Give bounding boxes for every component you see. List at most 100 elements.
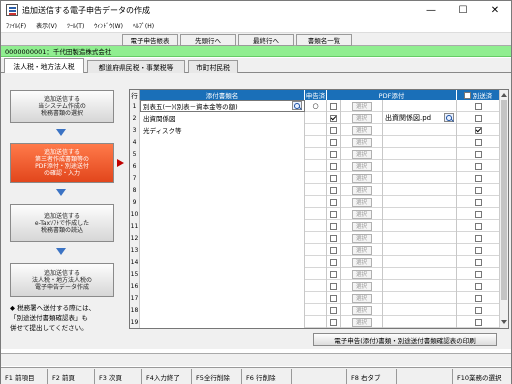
pdf-attach-checkbox[interactable] — [330, 138, 337, 146]
pdf-checkbox-cell[interactable] — [327, 196, 341, 208]
separate-sent-checkbox[interactable] — [474, 186, 482, 194]
f8-right-tab-button[interactable]: F8 右タブ — [347, 369, 397, 384]
attachment-name-cell[interactable]: 出資関係図 — [140, 112, 305, 124]
separate-sent-cell[interactable] — [457, 148, 500, 160]
separate-sent-checkbox[interactable] — [474, 282, 482, 290]
pdf-attach-checkbox[interactable] — [330, 246, 337, 254]
pdf-select-button[interactable]: 選択 — [351, 149, 372, 159]
pdf-select-cell[interactable]: 選択 — [341, 292, 383, 304]
pdf-select-cell[interactable]: 選択 — [341, 184, 383, 196]
step-create-data[interactable]: 追加送信する 法人税・地方法人税の 電子申告データ作成 — [10, 263, 114, 297]
attachment-name-cell[interactable] — [140, 232, 305, 244]
separate-sent-checkbox[interactable] — [474, 222, 482, 230]
pdf-attach-checkbox[interactable] — [330, 306, 337, 314]
pdf-checkbox-cell[interactable] — [327, 304, 341, 316]
pdf-file-cell[interactable] — [383, 172, 457, 184]
table-row[interactable]: 4 選択 — [130, 136, 500, 148]
attachment-name-cell[interactable]: 光ディスク等 — [140, 124, 305, 136]
table-row[interactable]: 13 選択 — [130, 244, 500, 256]
tab-corporate-tax[interactable]: 法人税・地方法人税 — [4, 58, 84, 73]
pdf-file-cell[interactable] — [383, 268, 457, 280]
pdf-checkbox-cell[interactable] — [327, 220, 341, 232]
pdf-select-cell[interactable]: 選択 — [341, 268, 383, 280]
pdf-select-button[interactable]: 選択 — [351, 245, 372, 255]
pdf-file-cell[interactable] — [383, 208, 457, 220]
f1-prev-item-button[interactable]: F1 前項目 — [1, 369, 48, 384]
separate-sent-cell[interactable] — [457, 280, 500, 292]
pdf-select-cell[interactable]: 選択 — [341, 304, 383, 316]
table-row[interactable]: 11 選択 — [130, 220, 500, 232]
pdf-attach-checkbox[interactable] — [330, 150, 337, 158]
pdf-select-cell[interactable]: 選択 — [341, 196, 383, 208]
f4-finish-input-button[interactable]: F4入力終了 — [142, 369, 192, 384]
e-filing-forms-button[interactable]: 電子申告帳表 — [122, 34, 178, 46]
pdf-attach-checkbox[interactable] — [330, 234, 337, 242]
separate-sent-checkbox[interactable] — [474, 198, 482, 206]
scroll-down-icon[interactable] — [501, 320, 507, 324]
pdf-attach-checkbox[interactable] — [330, 222, 337, 230]
separate-sent-checkbox[interactable] — [474, 102, 482, 110]
menu-view[interactable]: 表示(V) — [31, 21, 62, 30]
separate-sent-cell[interactable] — [457, 208, 500, 220]
pdf-checkbox-cell[interactable] — [327, 232, 341, 244]
table-row[interactable]: 12 選択 — [130, 232, 500, 244]
table-row[interactable]: 7 選択 — [130, 172, 500, 184]
attachment-name-cell[interactable] — [140, 316, 305, 328]
separate-sent-checkbox[interactable] — [474, 270, 482, 278]
pdf-select-button[interactable]: 選択 — [351, 137, 372, 147]
attachment-name-cell[interactable] — [140, 292, 305, 304]
table-row[interactable]: 1 別表五(一)(別表－資本金等の額) ○ 選択 — [130, 100, 500, 112]
separate-sent-checkbox[interactable] — [474, 210, 482, 218]
separate-sent-checkbox[interactable] — [474, 114, 482, 122]
f2-prev-page-button[interactable]: F2 前頁 — [48, 369, 95, 384]
separate-sent-cell[interactable] — [457, 112, 500, 124]
pdf-select-cell[interactable]: 選択 — [341, 256, 383, 268]
first-row-button[interactable]: 先頭行へ — [180, 34, 236, 46]
separate-sent-cell[interactable] — [457, 316, 500, 328]
table-row[interactable]: 2 出資関係図 選択 出資関係図.pd — [130, 112, 500, 124]
pdf-checkbox-cell[interactable] — [327, 208, 341, 220]
table-row[interactable]: 6 選択 — [130, 160, 500, 172]
separate-sent-cell[interactable] — [457, 220, 500, 232]
separate-sent-checkbox[interactable] — [474, 318, 482, 326]
attachment-name-cell[interactable] — [140, 304, 305, 316]
pdf-file-cell[interactable]: 出資関係図.pd — [383, 112, 457, 124]
f5-delete-all-rows-button[interactable]: F5全行削除 — [192, 369, 242, 384]
pdf-checkbox-cell[interactable] — [327, 172, 341, 184]
separate-sent-cell[interactable] — [457, 160, 500, 172]
table-row[interactable]: 8 選択 — [130, 184, 500, 196]
pdf-select-cell[interactable]: 選択 — [341, 232, 383, 244]
attachment-name-cell[interactable] — [140, 208, 305, 220]
attachment-name-cell[interactable] — [140, 220, 305, 232]
pdf-file-cell[interactable] — [383, 136, 457, 148]
pdf-select-button[interactable]: 選択 — [351, 281, 372, 291]
separate-sent-checkbox[interactable] — [474, 234, 482, 242]
pdf-checkbox-cell[interactable] — [327, 316, 341, 328]
pdf-file-cell[interactable] — [383, 256, 457, 268]
pdf-attach-checkbox[interactable] — [330, 186, 337, 194]
table-row[interactable]: 14 選択 — [130, 256, 500, 268]
attachment-name-cell[interactable] — [140, 256, 305, 268]
attachment-name-cell[interactable] — [140, 160, 305, 172]
pdf-checkbox-cell[interactable] — [327, 160, 341, 172]
attachment-name-cell[interactable] — [140, 148, 305, 160]
pdf-file-cell[interactable] — [383, 292, 457, 304]
pdf-attach-checkbox[interactable] — [330, 282, 337, 290]
pdf-file-cell[interactable] — [383, 232, 457, 244]
pdf-file-cell[interactable] — [383, 316, 457, 328]
attachment-name-cell[interactable] — [140, 244, 305, 256]
tab-municipal-tax[interactable]: 市町村民税 — [188, 60, 238, 73]
f3-next-page-button[interactable]: F3 次頁 — [95, 369, 142, 384]
pdf-select-button[interactable]: 選択 — [351, 101, 372, 111]
separate-sent-cell[interactable] — [457, 268, 500, 280]
search-icon[interactable] — [444, 113, 454, 122]
pdf-file-cell[interactable] — [383, 280, 457, 292]
table-row[interactable]: 10 選択 — [130, 208, 500, 220]
pdf-attach-checkbox[interactable] — [330, 258, 337, 266]
pdf-attach-checkbox[interactable] — [330, 102, 337, 110]
attachment-name-cell[interactable]: 別表五(一)(別表－資本金等の額) — [140, 100, 305, 112]
table-row[interactable]: 15 選択 — [130, 268, 500, 280]
pdf-attach-checkbox[interactable] — [330, 162, 337, 170]
separate-sent-checkbox[interactable] — [474, 294, 482, 302]
separate-sent-cell[interactable] — [457, 184, 500, 196]
